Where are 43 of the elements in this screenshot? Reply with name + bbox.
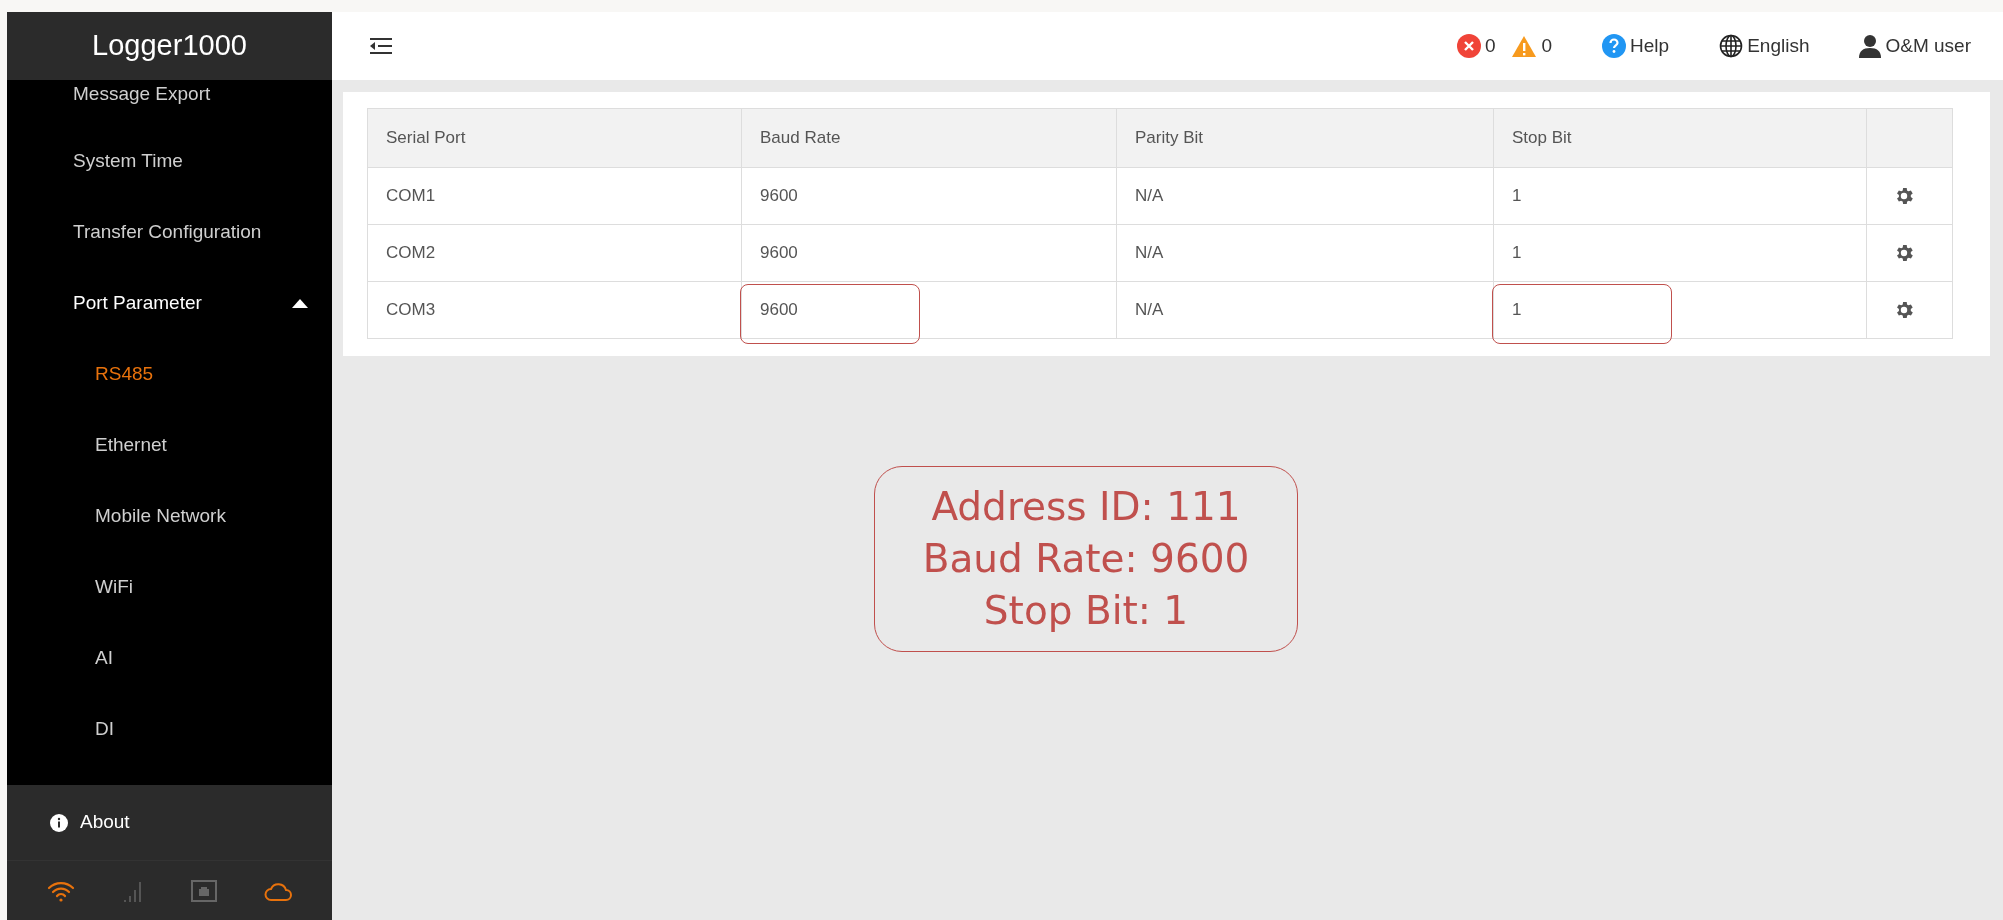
ethernet-icon — [191, 879, 218, 902]
annotation-text: Address ID: 111 — [931, 483, 1241, 531]
language-selector[interactable]: English — [1747, 31, 1810, 61]
column-header: Parity Bit — [1116, 108, 1494, 168]
table-cell: 1 — [1493, 167, 1867, 225]
info-icon — [50, 813, 68, 832]
error-count: 0 — [1484, 33, 1496, 58]
column-header: Serial Port — [367, 108, 742, 168]
table-cell: N/A — [1116, 224, 1494, 282]
table-cell: N/A — [1116, 281, 1494, 339]
user-menu[interactable]: O&M user — [1885, 31, 1971, 61]
annotation-text: Stop Bit: 1 — [983, 587, 1189, 635]
sidebar-item[interactable]: WiFi — [7, 552, 332, 623]
sidebar-item[interactable]: Mobile Network — [7, 481, 332, 552]
menu-collapse-icon[interactable] — [370, 37, 392, 55]
annotation-text: Baud Rate: 9600 — [922, 535, 1250, 583]
about-link[interactable]: About — [80, 808, 130, 837]
column-header: Baud Rate — [741, 108, 1117, 168]
table-cell: 9600 — [741, 224, 1117, 282]
warning-count: 0 — [1541, 33, 1553, 58]
table-cell: COM1 — [367, 167, 742, 225]
column-header: Stop Bit — [1493, 108, 1867, 168]
sidebar-item[interactable]: AI — [7, 623, 332, 694]
error-icon[interactable] — [1456, 34, 1481, 58]
sidebar-item[interactable]: Ethernet — [7, 410, 332, 481]
help-icon — [1602, 34, 1627, 58]
caret-up-icon — [292, 299, 308, 308]
sidebar-item[interactable]: Transfer Configuration — [7, 197, 332, 268]
sidebar-item[interactable]: System Time — [7, 126, 332, 197]
sidebar-item[interactable]: DI — [7, 694, 332, 765]
user-icon — [1859, 34, 1882, 58]
table-cell: COM2 — [367, 224, 742, 282]
app-title: Logger1000 — [7, 12, 332, 80]
table-cell: N/A — [1116, 167, 1494, 225]
sidebar-item[interactable]: Message Export — [7, 80, 332, 126]
wifi-icon — [46, 879, 75, 902]
globe-icon — [1719, 34, 1744, 58]
table-cell: 9600 — [741, 167, 1117, 225]
sidebar-item[interactable]: RS485 — [7, 339, 332, 410]
sidebar-item[interactable]: Port Parameter — [7, 268, 332, 339]
table-cell: 1 — [1493, 224, 1867, 282]
help-link[interactable]: Help — [1630, 31, 1670, 61]
table-cell: COM3 — [367, 281, 742, 339]
